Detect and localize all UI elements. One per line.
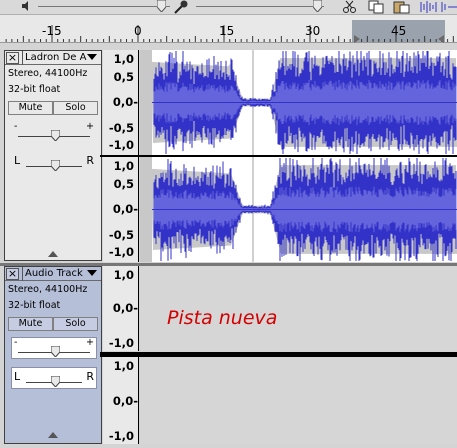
mute-button[interactable]: Mute (8, 317, 53, 331)
playback-volume-slider[interactable] (38, 6, 170, 7)
scale-label: 0,0- (112, 394, 138, 408)
track-bit-depth-info: 32-bit float (8, 84, 61, 95)
scale-label: 0,0- (112, 202, 138, 216)
ruler-label-0: 0 (134, 24, 142, 38)
close-icon[interactable]: × (6, 268, 19, 280)
waveform-graph (152, 157, 457, 262)
recording-volume-thumb[interactable] (313, 0, 322, 12)
track-menu-arrow-icon[interactable] (87, 54, 97, 60)
track-title-bar: × Ladron De A (5, 51, 101, 65)
scale-label: 0,5 (113, 70, 134, 84)
scale-label: 0,5 (113, 177, 134, 191)
pan-slider[interactable]: L R (11, 367, 97, 389)
track-name-button[interactable]: Audio Track (22, 267, 87, 281)
pan-right-label: R (86, 370, 94, 383)
vertical-scale[interactable]: 1,0 0,0- -1,0 (103, 357, 139, 444)
waveform-channel-left[interactable] (140, 50, 457, 155)
scale-label: -0,5 (108, 228, 134, 242)
track-control-panel[interactable]: × Ladron De A Stereo, 44100Hz 32-bit flo… (4, 50, 102, 261)
track-control-panel[interactable]: × Audio Track Stereo, 44100Hz 32-bit flo… (4, 266, 102, 444)
pan-left-label: L (14, 370, 21, 383)
vertical-scale[interactable]: 1,0 0,0- -1,0 (103, 266, 139, 351)
ruler-label-minus15: -15 (42, 24, 62, 38)
silence-audio-icon[interactable] (440, 0, 457, 14)
scale-label: 1,0 (113, 159, 134, 173)
gain-slider[interactable]: - + (11, 121, 97, 143)
copy-icon[interactable] (366, 0, 386, 14)
track-bit-depth-info: 32-bit float (8, 300, 61, 311)
playback-volume-thumb[interactable] (157, 0, 166, 12)
paste-icon[interactable] (392, 0, 412, 14)
scale-label: 1,0 (113, 359, 134, 373)
track-audio-track: × Audio Track Stereo, 44100Hz 32-bit flo… (4, 266, 457, 448)
toolbar (0, 0, 457, 15)
gain-slider-thumb[interactable] (51, 130, 60, 141)
solo-button[interactable]: Solo (53, 101, 98, 115)
pan-right-label: R (86, 154, 94, 167)
pan-slider-thumb[interactable] (51, 160, 60, 171)
track-format-info: Stereo, 44100Hz (8, 284, 88, 295)
pan-slider[interactable]: L R (11, 151, 97, 173)
new-track-label: Pista nueva (167, 307, 278, 329)
collapse-arrow-icon[interactable] (48, 251, 58, 257)
mute-button[interactable]: Mute (8, 101, 53, 115)
scale-label: 1,0 (113, 52, 134, 66)
track-title-bar: × Audio Track (5, 267, 101, 281)
track-menu-arrow-icon[interactable] (87, 270, 97, 276)
trim-audio-icon[interactable] (418, 0, 438, 14)
scale-label: -1,0 (108, 429, 134, 443)
vertical-scale[interactable]: 1,0 0,5 0,0- -0,5 -1,0 (103, 157, 139, 262)
recording-volume-slider[interactable] (196, 6, 324, 7)
track-format-info: Stereo, 44100Hz (8, 68, 88, 79)
speaker-icon (22, 1, 28, 11)
scale-label: 0,0- (112, 301, 138, 315)
empty-channel-bottom[interactable] (140, 357, 457, 444)
scale-label: 1,0 (113, 268, 134, 282)
ruler-label-45: 45 (391, 24, 407, 38)
collapse-arrow-icon[interactable] (48, 432, 58, 438)
gain-slider[interactable]: - + (11, 337, 97, 359)
gain-slider-thumb[interactable] (51, 346, 60, 357)
vertical-scale[interactable]: 1,0 0,5 0,0- -0,5 -1,0 (103, 50, 139, 155)
gain-minus-label: - (14, 337, 18, 348)
microphone-icon (174, 0, 188, 14)
cut-icon[interactable] (340, 0, 360, 14)
scale-label: -0,5 (108, 121, 134, 135)
tracks-area: × Ladron De A Stereo, 44100Hz 32-bit flo… (0, 44, 457, 448)
waveform-channel-right[interactable] (140, 157, 457, 262)
scale-label: -1,0 (108, 245, 134, 259)
pan-slider-thumb[interactable] (51, 376, 60, 387)
scale-label: -1,0 (108, 336, 134, 350)
close-icon[interactable]: × (6, 52, 19, 64)
gain-plus-label: + (86, 121, 94, 132)
scale-label: -1,0 (108, 138, 134, 152)
ruler-label-30: 30 (305, 24, 321, 38)
gain-minus-label: - (14, 121, 18, 132)
pan-left-label: L (14, 154, 21, 167)
track-name-button[interactable]: Ladron De A (22, 51, 87, 65)
gain-plus-label: + (86, 337, 94, 348)
ruler-label-15: 15 (219, 24, 235, 38)
solo-button[interactable]: Solo (53, 317, 98, 331)
waveform-graph (152, 50, 457, 155)
timeline-ruler[interactable]: -15 0 15 30 45 (0, 15, 457, 43)
track-ladron: × Ladron De A Stereo, 44100Hz 32-bit flo… (4, 50, 457, 262)
scale-label: 0,0- (112, 95, 138, 109)
